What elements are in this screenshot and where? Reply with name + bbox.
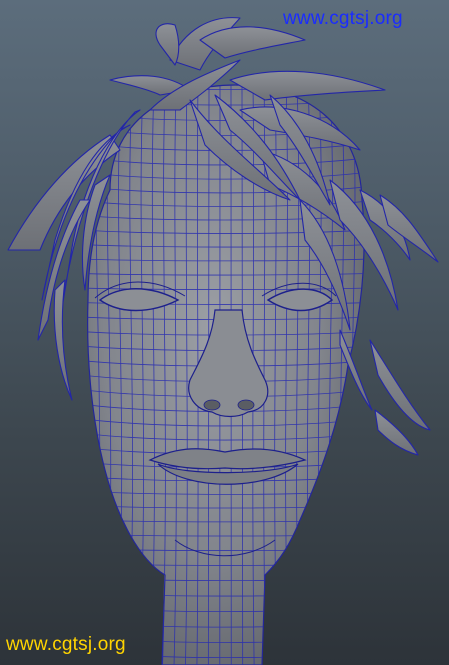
hair-strand: [199, 26, 306, 59]
right-nostril: [237, 399, 255, 411]
hair-strand: [155, 23, 180, 66]
head-wireframe-model[interactable]: [0, 0, 449, 665]
watermark-top: www.cgtsj.org: [283, 8, 403, 29]
left-nostril: [203, 399, 221, 411]
watermark-bottom: www.cgtsj.org: [6, 634, 126, 655]
viewport-3d[interactable]: www.cgtsj.org www.cgtsj.org: [0, 0, 449, 665]
hair-strand: [53, 279, 73, 401]
